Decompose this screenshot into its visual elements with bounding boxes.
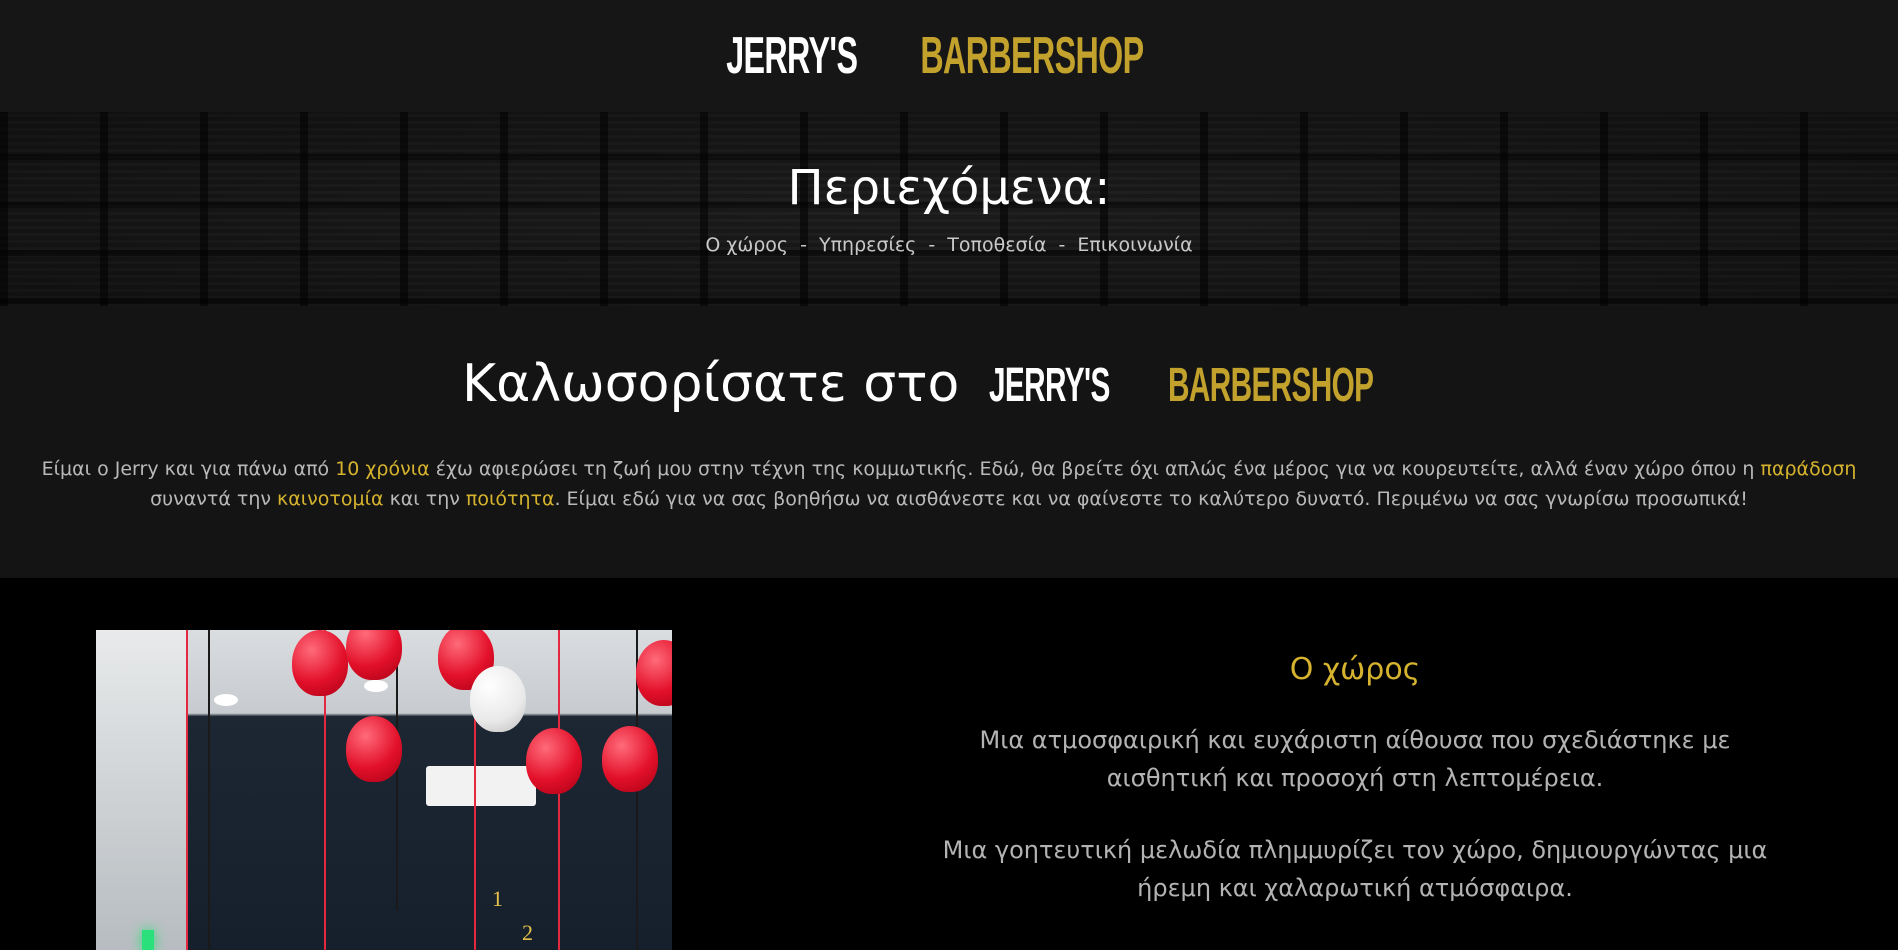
photo-balloon xyxy=(346,630,402,680)
contents-nav: Ο χώρος - Υπηρεσίες - Τοποθεσία - Επικοι… xyxy=(705,234,1192,256)
welcome-title-text: Καλωσορίσατε στο xyxy=(462,354,960,414)
photo-air-conditioner xyxy=(426,766,536,806)
photo-balloon xyxy=(346,716,402,782)
contents-title: Περιεχόμενα: xyxy=(787,160,1111,216)
intro-text: . Είμαι εδώ για να σας βοηθήσω να αισθάν… xyxy=(554,488,1748,510)
space-info: Ο χώρος Μια ατμοσφαιρική και ευχάριστη α… xyxy=(940,578,1770,907)
welcome-title: Καλωσορίσατε στο JERRY'S BARBERSHOP xyxy=(462,354,1436,414)
photo-balloon xyxy=(526,728,582,794)
welcome-logo-barbershop: BARBERSHOP xyxy=(1167,359,1374,412)
photo-balloon xyxy=(636,640,672,706)
logo-jerrys: JERRY'S xyxy=(726,27,859,85)
nav-link-services[interactable]: Υπηρεσίες xyxy=(819,234,916,256)
welcome-logo-jerrys: JERRY'S xyxy=(988,359,1110,412)
intro-text: έχω αφιερώσει τη ζωή μου στην τέχνη της … xyxy=(429,458,1761,480)
photo-wall xyxy=(96,630,186,950)
contents-hero: Περιεχόμενα: Ο χώρος - Υπηρεσίες - Τοποθ… xyxy=(0,112,1898,306)
welcome-section: Καλωσορίσατε στο JERRY'S BARBERSHOP Είμαι… xyxy=(0,306,1898,578)
nav-separator: - xyxy=(1058,234,1066,256)
nav-link-space[interactable]: Ο χώρος xyxy=(705,234,788,256)
photo-clock-digit: 1 xyxy=(492,886,503,911)
intro-highlight-tradition: παράδοση xyxy=(1760,458,1857,480)
intro-highlight-quality: ποιότητα xyxy=(465,488,555,510)
space-section: 1 2 Ο χώρος Μια ατμοσφαιρική και ευχάρισ… xyxy=(0,578,1898,950)
photo-string xyxy=(208,630,210,950)
photo-balloon xyxy=(292,630,348,696)
welcome-intro: Είμαι ο Jerry και για πάνω από 10 χρόνια… xyxy=(28,454,1870,514)
nav-separator: - xyxy=(928,234,936,256)
nav-link-contact[interactable]: Επικοινωνία xyxy=(1077,234,1192,256)
welcome-logo: JERRY'S BARBERSHOP xyxy=(952,357,1436,413)
intro-highlight-innovation: καινοτομία xyxy=(277,488,384,510)
nav-separator: - xyxy=(800,234,807,256)
site-logo[interactable]: JERRY'S BARBERSHOP xyxy=(686,30,1211,82)
nav-link-location[interactable]: Τοποθεσία xyxy=(947,234,1046,256)
photo-string xyxy=(186,630,188,950)
space-paragraph-1: Μια ατμοσφαιρική και ευχάριστη αίθουσα π… xyxy=(979,726,1731,792)
photo-balloon xyxy=(470,666,526,732)
photo-balloon xyxy=(602,726,658,792)
intro-text: και την xyxy=(383,488,466,510)
intro-highlight-years: 10 χρόνια xyxy=(335,458,430,480)
space-paragraph-2: Μια γοητευτική μελωδία πλημμυρίζει τον χ… xyxy=(942,836,1768,902)
photo-neon-light xyxy=(142,930,154,950)
logo-barbershop: BARBERSHOP xyxy=(920,27,1144,85)
photo-ceiling-light xyxy=(364,680,388,692)
barbershop-interior-photo: 1 2 xyxy=(96,630,672,950)
space-heading: Ο χώρος xyxy=(1289,652,1421,687)
intro-text: συναντά την xyxy=(150,488,278,510)
photo-ceiling-light xyxy=(214,694,238,706)
intro-text: Είμαι ο Jerry και για πάνω από xyxy=(41,458,336,480)
photo-clock-digit: 2 xyxy=(522,920,533,945)
site-header: JERRY'S BARBERSHOP xyxy=(0,0,1898,112)
